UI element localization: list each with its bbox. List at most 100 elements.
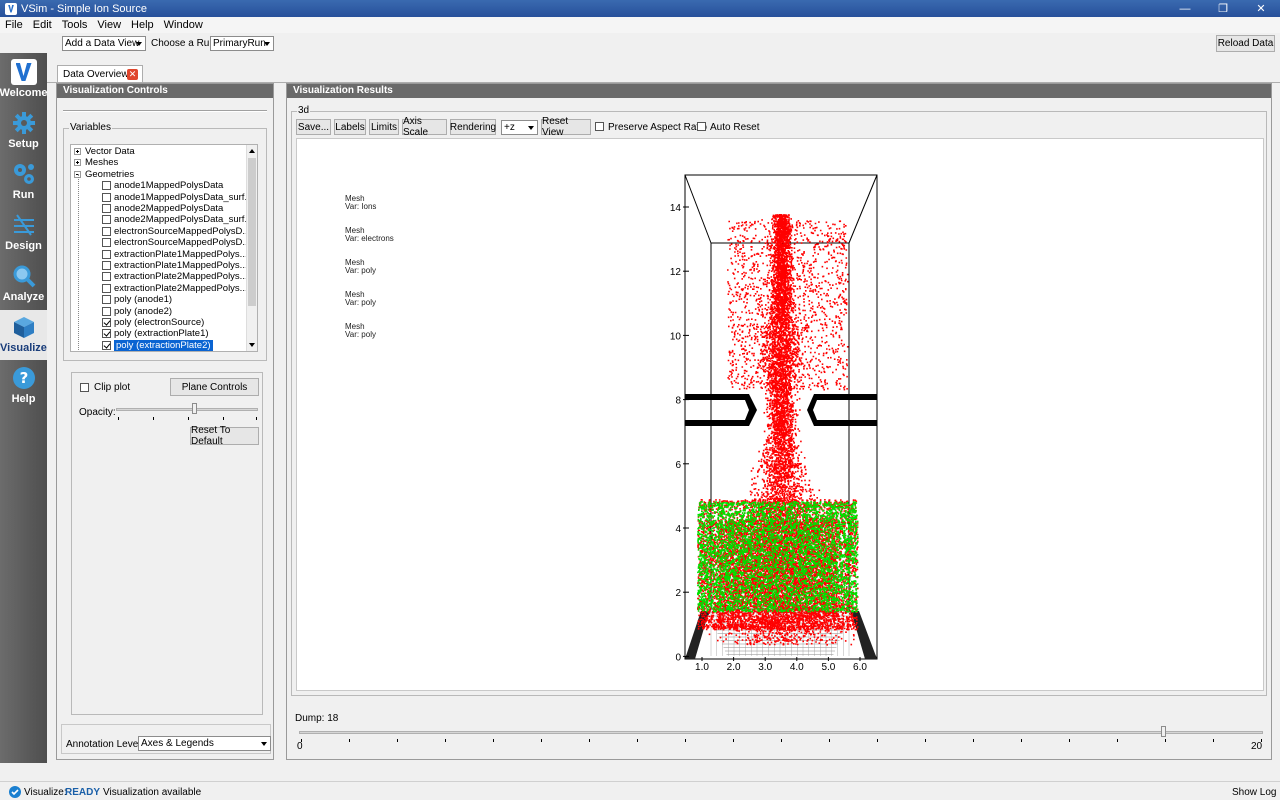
slider-tick xyxy=(118,417,119,420)
panel-header: Visualization Controls xyxy=(57,84,273,98)
show-log-button[interactable]: Show Log xyxy=(1232,787,1276,798)
slider-tick xyxy=(1165,739,1166,742)
tab-data-overview[interactable]: Data Overview ✕ xyxy=(57,65,143,83)
menu-edit[interactable]: Edit xyxy=(28,19,57,31)
y-tick-label: 14 xyxy=(670,203,682,214)
y-tick-label: 8 xyxy=(675,396,681,407)
tool-label: Welcome xyxy=(0,87,48,99)
tree-item-label: anode1MappedPolysData xyxy=(114,180,224,192)
rendering-button[interactable]: Rendering xyxy=(450,119,496,135)
tree-item-label: electronSourceMappedPolysD... xyxy=(114,225,251,237)
tree-item-label: Vector Data xyxy=(85,146,135,157)
dump-label: Dump: 18 xyxy=(295,713,339,724)
tree-item-checkbox[interactable] xyxy=(102,238,111,248)
plane-controls-button[interactable]: Plane Controls xyxy=(170,378,259,396)
chevron-down-icon xyxy=(259,738,269,749)
x-tick-label: 3.0 xyxy=(758,662,772,673)
dump-max: 20 xyxy=(1251,741,1263,752)
slider-tick xyxy=(1021,739,1022,742)
auto-reset-checkbox[interactable] xyxy=(697,122,706,131)
preserve-aspect-checkbox[interactable] xyxy=(595,122,604,131)
dump-slider[interactable] xyxy=(299,731,1263,734)
slider-tick xyxy=(493,739,494,742)
save-button[interactable]: Save... xyxy=(296,119,331,135)
tree-item-checkbox[interactable] xyxy=(102,306,111,316)
expand-icon[interactable] xyxy=(74,159,81,167)
tree-item-label: anode2MappedPolysData xyxy=(114,203,224,214)
clip-plot-checkbox[interactable] xyxy=(80,383,89,392)
slider-tick xyxy=(925,739,926,742)
expand-icon[interactable] xyxy=(74,148,81,155)
menu-view[interactable]: View xyxy=(92,19,126,31)
tree-item-checkbox[interactable] xyxy=(102,181,111,191)
choose-run-combo[interactable]: PrimaryRun xyxy=(210,36,274,51)
tree-item-checkbox[interactable] xyxy=(102,192,111,202)
slider-tick xyxy=(1117,739,1118,742)
tool-setup[interactable]: Setup xyxy=(0,106,47,156)
auto-reset-label: Auto Reset xyxy=(710,122,760,133)
extraction-plate-left xyxy=(685,394,757,426)
tree-item-checkbox[interactable] xyxy=(102,249,111,259)
plot-options-group: Clip plot Plane Controls Opacity: Reset … xyxy=(71,372,263,715)
tree-item-checkbox[interactable] xyxy=(102,340,111,350)
tree-item-checkbox[interactable] xyxy=(102,318,111,327)
tree-item-checkbox[interactable] xyxy=(102,215,111,225)
dump-min: 0 xyxy=(297,741,303,752)
limits-button[interactable]: Limits xyxy=(369,119,399,135)
add-data-view-combo[interactable]: Add a Data View xyxy=(62,36,146,51)
x-tick-label: 5.0 xyxy=(821,662,835,673)
tree-item-checkbox[interactable] xyxy=(102,272,111,282)
run-toolbar: Add a Data View Choose a Run: PrimaryRun… xyxy=(47,33,1280,53)
cube-icon xyxy=(11,314,37,340)
tree-item-label: extractionPlate2MappedPolys... xyxy=(114,282,248,294)
menu-window[interactable]: Window xyxy=(159,19,208,31)
menu-tools[interactable]: Tools xyxy=(57,19,93,31)
visualization-canvas[interactable]: Mesh Var: Ions Mesh Var: electrons Mesh Var: … xyxy=(296,138,1264,691)
tree-item-checkbox[interactable] xyxy=(102,295,111,305)
tool-help[interactable]: ? Help xyxy=(0,361,47,411)
y-tick-label: 0 xyxy=(675,652,681,663)
tree-item-label: anode2MappedPolysData_surf... xyxy=(114,214,253,226)
add-data-view-value: Add a Data View xyxy=(65,38,140,49)
magnifier-icon xyxy=(11,263,37,289)
choose-run-label: Choose a Run: xyxy=(151,38,218,49)
dump-slider-handle[interactable] xyxy=(1161,726,1167,737)
tool-welcome[interactable]: Welcome xyxy=(0,55,48,105)
reset-view-button[interactable]: Reset View xyxy=(541,116,591,138)
restore-button[interactable]: ❐ xyxy=(1204,0,1242,17)
tool-analyze[interactable]: Analyze xyxy=(0,259,47,309)
reload-data-button[interactable]: Reload Data xyxy=(1216,35,1275,52)
3d-plot[interactable]: 14 12 10 8 6 4 2 0 1.0 2.0 3.0 4.0 5.0 6.0 xyxy=(297,139,1265,692)
tree-item-checkbox[interactable] xyxy=(102,204,111,213)
opacity-slider[interactable] xyxy=(116,408,258,411)
tool-run[interactable]: Run xyxy=(0,157,47,207)
close-button[interactable]: ✕ xyxy=(1242,0,1280,17)
tool-visualize[interactable]: Visualize xyxy=(0,310,47,360)
tool-design[interactable]: Design xyxy=(0,208,47,258)
menu-file[interactable]: File xyxy=(0,19,28,31)
tree-item-checkbox[interactable] xyxy=(102,226,111,236)
y-tick-label: 4 xyxy=(675,524,681,535)
menu-bar: File Edit Tools View Help Window xyxy=(0,17,1280,33)
tree-scrollbar[interactable] xyxy=(246,145,257,351)
reset-to-default-button[interactable]: Reset To Default xyxy=(190,425,259,447)
view-direction-combo[interactable]: +z xyxy=(501,120,538,135)
scroll-thumb[interactable] xyxy=(248,158,256,306)
menu-help[interactable]: Help xyxy=(126,19,159,31)
slider-tick xyxy=(781,739,782,742)
axis-scale-button[interactable]: Axis Scale xyxy=(402,116,447,138)
opacity-slider-handle[interactable] xyxy=(191,403,197,414)
scroll-up-icon[interactable] xyxy=(248,146,257,156)
labels-button[interactable]: Labels xyxy=(334,119,366,135)
slider-tick xyxy=(973,739,974,742)
tool-label: Visualize xyxy=(0,342,47,354)
close-icon[interactable]: ✕ xyxy=(127,69,138,80)
slider-tick xyxy=(397,739,398,742)
status-state: READY xyxy=(65,787,101,798)
annotation-level-combo[interactable]: Axes & Legends xyxy=(138,736,271,751)
tree-item-checkbox[interactable] xyxy=(102,261,111,270)
tree-item-checkbox[interactable] xyxy=(102,283,111,293)
tree-item-checkbox[interactable] xyxy=(102,329,111,339)
scroll-down-icon[interactable] xyxy=(248,340,257,350)
minimize-button[interactable]: — xyxy=(1166,0,1204,17)
